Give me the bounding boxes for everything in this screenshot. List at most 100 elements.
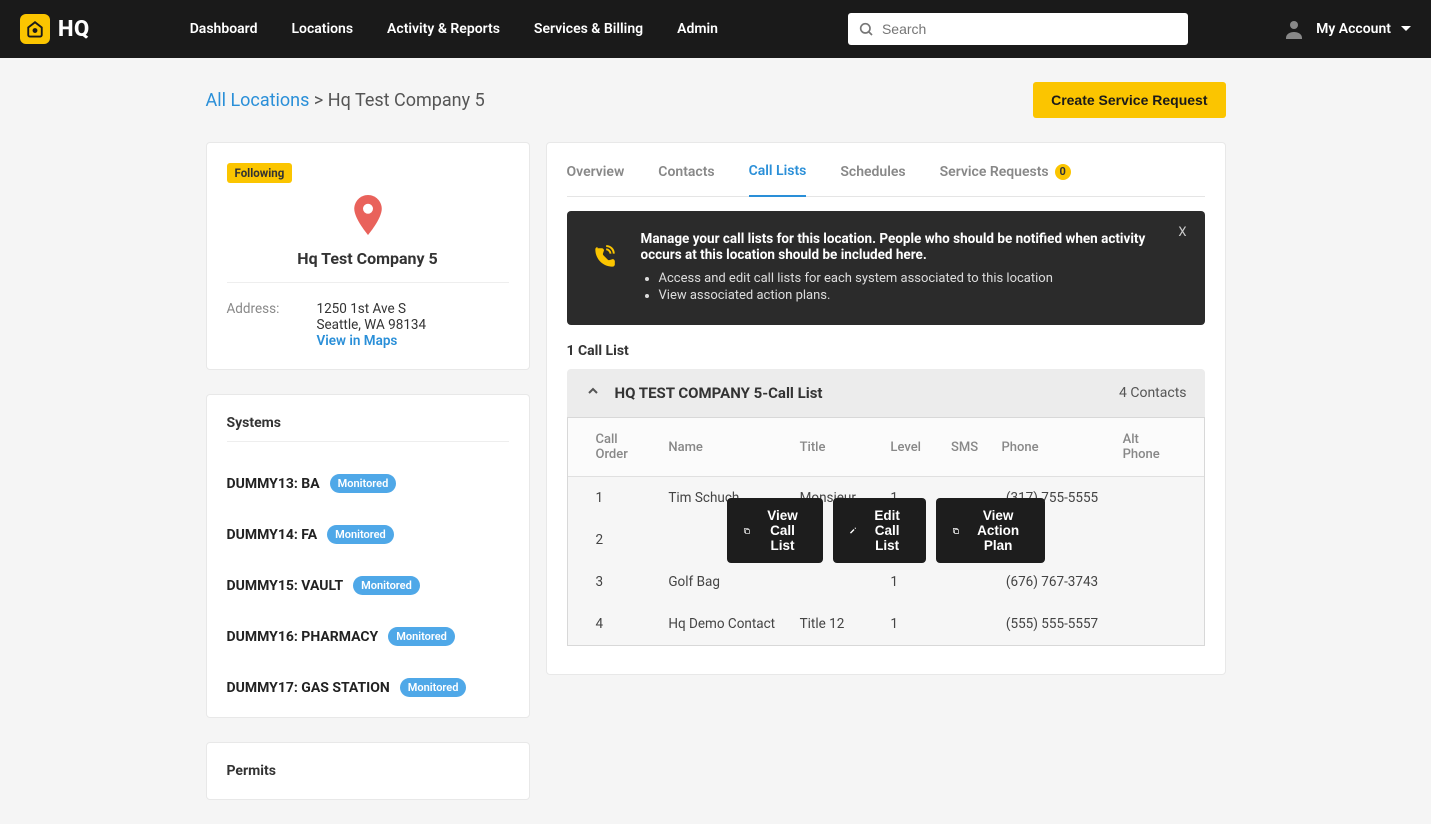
banner-bullet: Access and edit call lists for each syst… bbox=[659, 271, 1181, 286]
row-action-bar: View Call List Edit Call List View Actio… bbox=[727, 498, 1045, 563]
system-item[interactable]: DUMMY14: FA Monitored bbox=[227, 525, 509, 544]
cell-alt-phone bbox=[1113, 603, 1204, 645]
phone-call-icon bbox=[591, 245, 617, 271]
nav-locations[interactable]: Locations bbox=[291, 21, 353, 37]
col-name: Name bbox=[658, 418, 789, 477]
location-card: Following Hq Test Company 5 Address: 125… bbox=[206, 142, 530, 370]
cell-alt-phone bbox=[1113, 519, 1204, 561]
system-name: DUMMY13: BA bbox=[227, 476, 320, 492]
tab-call-lists[interactable]: Call Lists bbox=[749, 163, 807, 197]
info-banner: Manage your call lists for this location… bbox=[567, 211, 1205, 325]
system-item[interactable]: DUMMY17: GAS STATION Monitored bbox=[227, 678, 509, 697]
cell-alt-phone bbox=[1113, 561, 1204, 603]
tabs: Overview Contacts Call Lists Schedules Servi… bbox=[567, 143, 1205, 197]
monitored-chip: Monitored bbox=[388, 627, 455, 646]
col-sms: SMS bbox=[941, 418, 991, 477]
call-list-title: HQ TEST COMPANY 5-Call List bbox=[615, 384, 1106, 402]
tab-schedules[interactable]: Schedules bbox=[840, 163, 905, 196]
create-service-request-button[interactable]: Create Service Request bbox=[1033, 82, 1225, 118]
cell-alt-phone bbox=[1113, 477, 1204, 520]
caret-down-icon bbox=[1401, 24, 1411, 34]
call-list-contact-count: 4 Contacts bbox=[1119, 385, 1187, 401]
banner-close-button[interactable]: X bbox=[1178, 225, 1186, 240]
pencil-icon bbox=[849, 524, 857, 538]
cell-title bbox=[790, 561, 881, 603]
location-title: Hq Test Company 5 bbox=[227, 249, 509, 283]
cell-level: 1 bbox=[880, 561, 941, 603]
cell-order: 3 bbox=[568, 561, 659, 603]
view-in-maps-link[interactable]: View in Maps bbox=[317, 333, 509, 349]
call-list-table-wrap: Call Order Name Title Level SMS Phone Al… bbox=[567, 417, 1205, 646]
cell-order: 1 bbox=[568, 477, 659, 520]
systems-heading: Systems bbox=[227, 415, 509, 442]
breadcrumb: All Locations > Hq Test Company 5 bbox=[206, 90, 485, 111]
nav-services[interactable]: Services & Billing bbox=[534, 21, 643, 37]
table-row[interactable]: 3Golf Bag 1 (676) 767-3743 bbox=[568, 561, 1204, 603]
view-call-list-button[interactable]: View Call List bbox=[727, 498, 823, 563]
chevron-up-icon[interactable] bbox=[585, 383, 601, 403]
col-alt-phone: Alt Phone bbox=[1113, 418, 1204, 477]
system-item[interactable]: DUMMY15: VAULT Monitored bbox=[227, 576, 509, 595]
account-label: My Account bbox=[1316, 21, 1391, 37]
tab-contacts[interactable]: Contacts bbox=[658, 163, 714, 196]
cell-phone: (676) 767-3743 bbox=[991, 561, 1112, 603]
search-input[interactable] bbox=[882, 21, 1178, 37]
address-label: Address: bbox=[227, 301, 317, 349]
address-line2: Seattle, WA 98134 bbox=[317, 317, 509, 333]
following-badge: Following bbox=[227, 163, 293, 183]
main-panel: Overview Contacts Call Lists Schedules Servi… bbox=[546, 142, 1226, 675]
brand-logo[interactable]: HQ bbox=[20, 14, 90, 44]
cell-level: 1 bbox=[880, 603, 941, 645]
edit-call-list-button[interactable]: Edit Call List bbox=[833, 498, 926, 563]
nav-admin[interactable]: Admin bbox=[677, 21, 718, 37]
copy-icon bbox=[952, 524, 960, 538]
system-name: DUMMY17: GAS STATION bbox=[227, 680, 390, 696]
tab-badge: 0 bbox=[1055, 164, 1071, 180]
cell-name: Hq Demo Contact bbox=[658, 603, 789, 645]
copy-icon bbox=[743, 524, 751, 538]
main-nav: Dashboard Locations Activity & Reports S… bbox=[190, 21, 718, 37]
col-title: Title bbox=[790, 418, 881, 477]
col-phone: Phone bbox=[991, 418, 1112, 477]
monitored-chip: Monitored bbox=[330, 474, 397, 493]
app-header: HQ Dashboard Locations Activity & Report… bbox=[0, 0, 1431, 58]
monitored-chip: Monitored bbox=[327, 525, 394, 544]
address-line1: 1250 1st Ave S bbox=[317, 301, 509, 317]
monitored-chip: Monitored bbox=[400, 678, 467, 697]
tab-service-requests[interactable]: Service Requests0 bbox=[940, 163, 1071, 196]
col-call-order: Call Order bbox=[568, 418, 659, 477]
permits-card: Permits bbox=[206, 742, 530, 800]
cell-order: 2 bbox=[568, 519, 659, 561]
search-icon bbox=[858, 21, 874, 37]
call-list-header[interactable]: HQ TEST COMPANY 5-Call List 4 Contacts bbox=[567, 369, 1205, 417]
brand-text: HQ bbox=[58, 17, 90, 42]
account-menu[interactable]: My Account bbox=[1282, 17, 1411, 41]
map-pin-icon bbox=[353, 195, 383, 235]
view-action-plan-button[interactable]: View Action Plan bbox=[936, 498, 1045, 563]
search-box[interactable] bbox=[848, 13, 1188, 45]
system-name: DUMMY15: VAULT bbox=[227, 578, 344, 594]
nav-dashboard[interactable]: Dashboard bbox=[190, 21, 258, 37]
breadcrumb-row: All Locations > Hq Test Company 5 Create… bbox=[206, 82, 1226, 118]
banner-headline: Manage your call lists for this location… bbox=[641, 231, 1181, 263]
cell-order: 4 bbox=[568, 603, 659, 645]
call-list-count: 1 Call List bbox=[567, 343, 1205, 359]
system-item[interactable]: DUMMY16: PHARMACYMonitored bbox=[227, 627, 509, 646]
cell-name: Golf Bag bbox=[658, 561, 789, 603]
brand-icon bbox=[20, 14, 50, 44]
banner-bullet: View associated action plans. bbox=[659, 288, 1181, 303]
systems-card: Systems DUMMY13: BA Monitored DUMMY14: FA M… bbox=[206, 394, 530, 718]
system-name: DUMMY14: FA bbox=[227, 527, 318, 543]
avatar-icon bbox=[1282, 17, 1306, 41]
breadcrumb-sep: > bbox=[314, 90, 323, 111]
breadcrumb-root[interactable]: All Locations bbox=[206, 90, 310, 111]
permits-heading: Permits bbox=[227, 763, 509, 779]
system-item[interactable]: DUMMY13: BA Monitored bbox=[227, 474, 509, 493]
monitored-chip: Monitored bbox=[353, 576, 420, 595]
tab-overview[interactable]: Overview bbox=[567, 163, 625, 196]
breadcrumb-current: Hq Test Company 5 bbox=[328, 90, 485, 111]
cell-sms bbox=[941, 561, 991, 603]
table-row[interactable]: 4Hq Demo ContactTitle 121(555) 555-5557 bbox=[568, 603, 1204, 645]
cell-sms bbox=[941, 603, 991, 645]
nav-activity[interactable]: Activity & Reports bbox=[387, 21, 500, 37]
